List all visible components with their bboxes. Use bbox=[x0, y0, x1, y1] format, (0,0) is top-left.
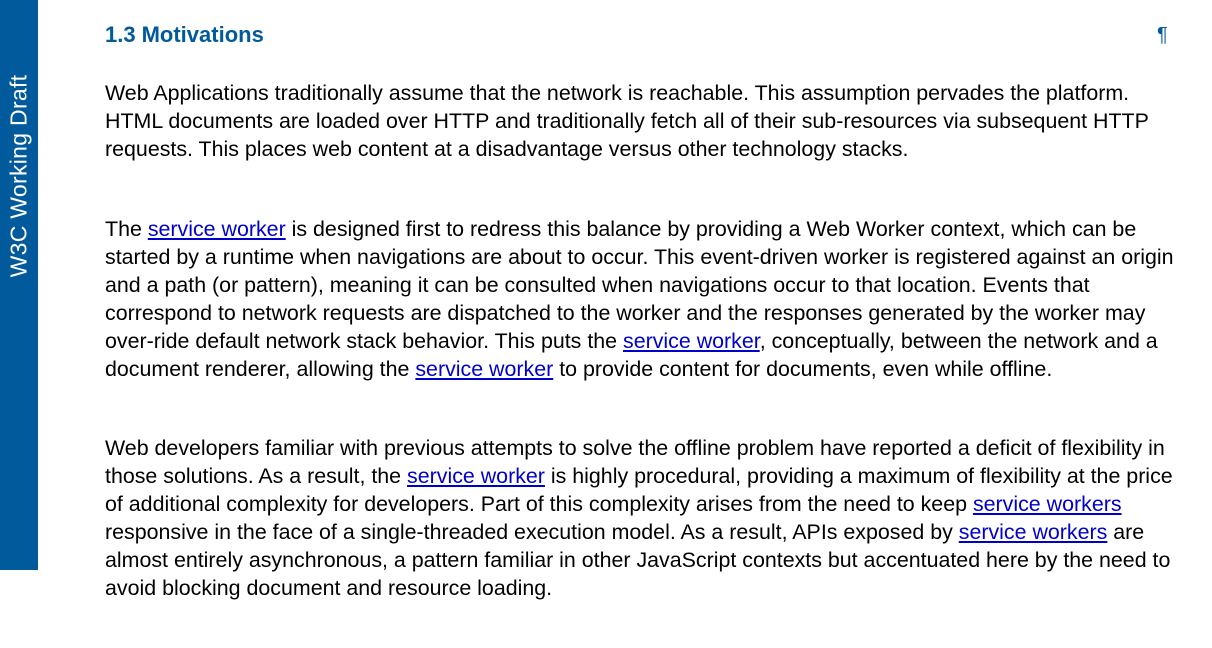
w3c-working-draft-banner: W3C Working Draft bbox=[0, 0, 38, 570]
banner-label: W3C Working Draft bbox=[5, 74, 32, 278]
section-heading: 1.3 Motivations bbox=[105, 21, 264, 49]
section-anchor-link[interactable]: ¶ bbox=[1157, 22, 1168, 48]
service-worker-link[interactable]: service worker bbox=[407, 464, 545, 488]
service-worker-link[interactable]: service worker bbox=[148, 217, 286, 241]
paragraph-flexibility: Web developers familiar with previous at… bbox=[105, 434, 1190, 602]
service-workers-link[interactable]: service workers bbox=[959, 520, 1108, 544]
paragraph-text: responsive in the face of a single-threa… bbox=[105, 520, 959, 544]
service-workers-link[interactable]: service workers bbox=[973, 492, 1122, 516]
service-worker-link[interactable]: service worker bbox=[623, 329, 760, 353]
paragraph-text: The bbox=[105, 217, 148, 241]
paragraph-service-worker-purpose: The service worker is designed first to … bbox=[105, 215, 1190, 383]
paragraph-network-assumption: Web Applications traditionally assume th… bbox=[105, 79, 1190, 163]
service-worker-link[interactable]: service worker bbox=[415, 357, 553, 381]
paragraph-text: Web Applications traditionally assume th… bbox=[105, 81, 1149, 161]
section-number: 1.3 bbox=[105, 22, 136, 47]
paragraph-text: to provide content for documents, even w… bbox=[553, 357, 1053, 381]
section-title: Motivations bbox=[141, 22, 264, 47]
